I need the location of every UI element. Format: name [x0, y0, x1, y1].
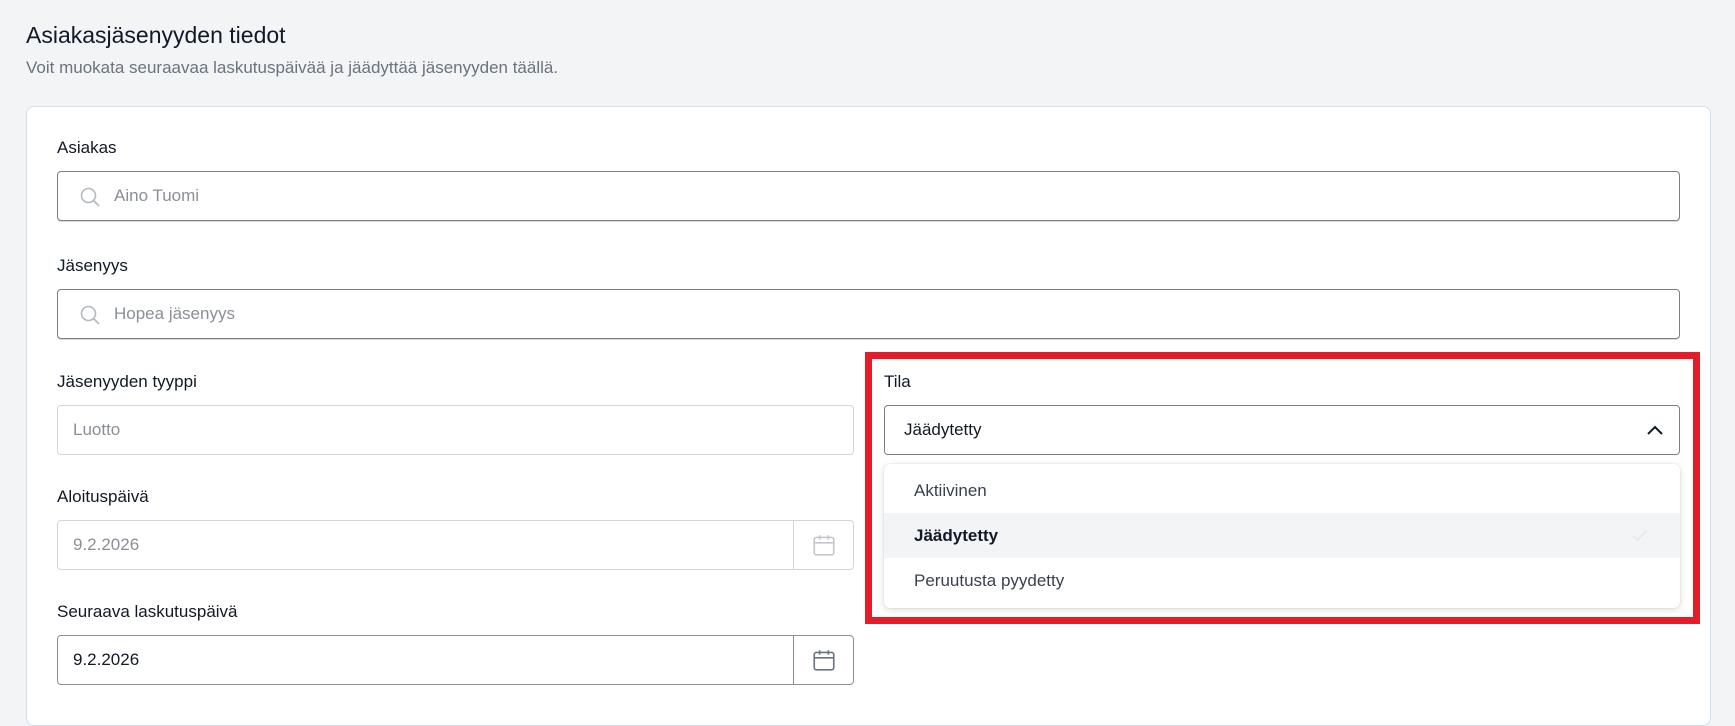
membership-label: Jäsenyys — [57, 256, 128, 275]
next-billing-date-value: 9.2.2026 — [73, 650, 140, 669]
check-icon — [1632, 529, 1648, 542]
membership-field[interactable]: Hopea jäsenyys — [57, 289, 1680, 339]
search-icon — [80, 305, 100, 325]
search-icon — [80, 187, 100, 207]
start-date-label: Aloituspäivä — [57, 487, 149, 506]
page-subtitle: Voit muokata seuraavaa laskutuspäivää ja… — [26, 58, 559, 77]
start-date-field[interactable]: 9.2.2026 — [57, 520, 854, 570]
status-option-peruutusta-pyydetty[interactable]: Peruutusta pyydetty — [884, 558, 1680, 603]
status-select[interactable]: Jäädytetty — [884, 405, 1680, 455]
status-dropdown: Aktiivinen Jäädytetty Peruutusta pyydett… — [884, 464, 1680, 608]
status-label: Tila — [884, 372, 911, 391]
next-billing-date-field[interactable]: 9.2.2026 — [57, 635, 854, 685]
page-title: Asiakasjäsenyyden tiedot — [26, 22, 286, 48]
membership-value: Hopea jäsenyys — [114, 304, 235, 323]
membership-type-field[interactable]: Luotto — [57, 405, 854, 455]
status-option-label: Peruutusta pyydetty — [914, 571, 1065, 590]
membership-type-value: Luotto — [73, 420, 121, 439]
status-option-label: Jäädytetty — [914, 526, 999, 545]
status-option-jaadytetty[interactable]: Jäädytetty — [884, 513, 1680, 558]
next-billing-date-label: Seuraava laskutuspäivä — [57, 602, 238, 621]
start-date-calendar-button[interactable] — [793, 521, 853, 569]
customer-label: Asiakas — [57, 138, 117, 157]
status-value: Jäädytetty — [904, 420, 982, 439]
start-date-value: 9.2.2026 — [73, 535, 140, 554]
status-option-label: Aktiivinen — [914, 481, 987, 500]
calendar-icon — [812, 650, 835, 671]
customer-value: Aino Tuomi — [114, 186, 200, 205]
chevron-up-icon[interactable] — [1643, 419, 1667, 443]
calendar-icon — [812, 535, 835, 556]
membership-type-label: Jäsenyyden tyyppi — [57, 372, 197, 391]
next-billing-date-calendar-button[interactable] — [793, 636, 853, 684]
status-option-aktiivinen[interactable]: Aktiivinen — [884, 468, 1680, 513]
customer-field[interactable]: Aino Tuomi — [57, 171, 1680, 221]
